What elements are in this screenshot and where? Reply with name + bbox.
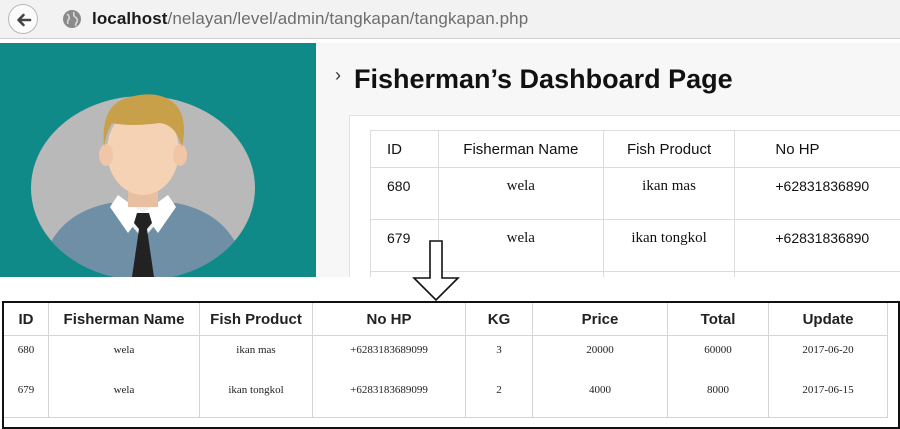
cell-no-hp: +62831836890 [735, 220, 900, 272]
column-header-total: Total [668, 303, 769, 336]
cell-fish-product: ikan mas [603, 168, 735, 220]
column-header-kg: KG [466, 303, 533, 336]
cell-no-hp: +62831836890 [735, 168, 900, 220]
cell-kg: 3 [466, 336, 533, 378]
url-host: localhost [92, 9, 168, 28]
zoomed-catch-table: ID Fisherman Name Fish Product No HP KG … [4, 303, 888, 418]
cell-no-hp: +6283183689099 [313, 378, 466, 418]
cell-total: 60000 [668, 336, 769, 378]
globe-icon [62, 9, 82, 29]
table-row: 680 wela ikan mas +62831836890 [371, 168, 900, 220]
cell-price: 4000 [533, 378, 668, 418]
cell-fish-product: ikan mas [200, 336, 313, 378]
back-arrow-icon [15, 11, 33, 29]
url-path: /nelayan/level/admin/tangkapan/tangkapan… [168, 9, 529, 28]
cell-update: 2017-06-15 [769, 378, 888, 418]
table-row: 679 wela ikan tongkol +6283183689099 2 4… [4, 378, 888, 418]
cell-id: 680 [371, 168, 439, 220]
cell-total: 8000 [668, 378, 769, 418]
cell-fish-product: ikan tongkol [200, 378, 313, 418]
cell-fisherman-name: wela [49, 378, 200, 418]
cell-fisherman-name: wela [438, 168, 603, 220]
cell-id: 680 [4, 336, 49, 378]
cell-fisherman-name: wela [49, 336, 200, 378]
zoomed-table-panel: ID Fisherman Name Fish Product No HP KG … [2, 301, 900, 429]
cell-id: 679 [4, 378, 49, 418]
cell-fisherman-name: wela [438, 220, 603, 272]
sidebar [0, 43, 316, 277]
column-header-id: ID [4, 303, 49, 336]
column-header-no-hp: No HP [313, 303, 466, 336]
browser-address-bar: localhost/nelayan/level/admin/tangkapan/… [0, 0, 900, 39]
column-header-fish-product: Fish Product [200, 303, 313, 336]
table-row: 680 wela ikan mas +6283183689099 3 20000… [4, 336, 888, 378]
main-content: › Fisherman’s Dashboard Page ID Fisherma… [316, 43, 900, 277]
column-header-no-hp: No HP [735, 131, 900, 168]
table-header-row: ID Fisherman Name Fish Product No HP KG … [4, 303, 888, 336]
cell-fish-product: ikan tongkol [603, 220, 735, 272]
column-header-fish-product: Fish Product [603, 131, 735, 168]
chevron-right-icon: › [335, 65, 341, 86]
user-avatar [0, 43, 316, 277]
down-arrow-icon [412, 240, 460, 302]
url-field[interactable]: localhost/nelayan/level/admin/tangkapan/… [92, 9, 528, 29]
back-button[interactable] [8, 4, 38, 34]
page-title: Fisherman’s Dashboard Page [354, 64, 733, 95]
column-header-id: ID [371, 131, 439, 168]
cell-price: 20000 [533, 336, 668, 378]
column-header-update: Update [769, 303, 888, 336]
cell-kg: 2 [466, 378, 533, 418]
cell-update: 2017-06-20 [769, 336, 888, 378]
cell-no-hp: +6283183689099 [313, 336, 466, 378]
table-header-row: ID Fisherman Name Fish Product No HP [371, 131, 900, 168]
column-header-fisherman-name: Fisherman Name [49, 303, 200, 336]
column-header-fisherman-name: Fisherman Name [438, 131, 603, 168]
column-header-price: Price [533, 303, 668, 336]
